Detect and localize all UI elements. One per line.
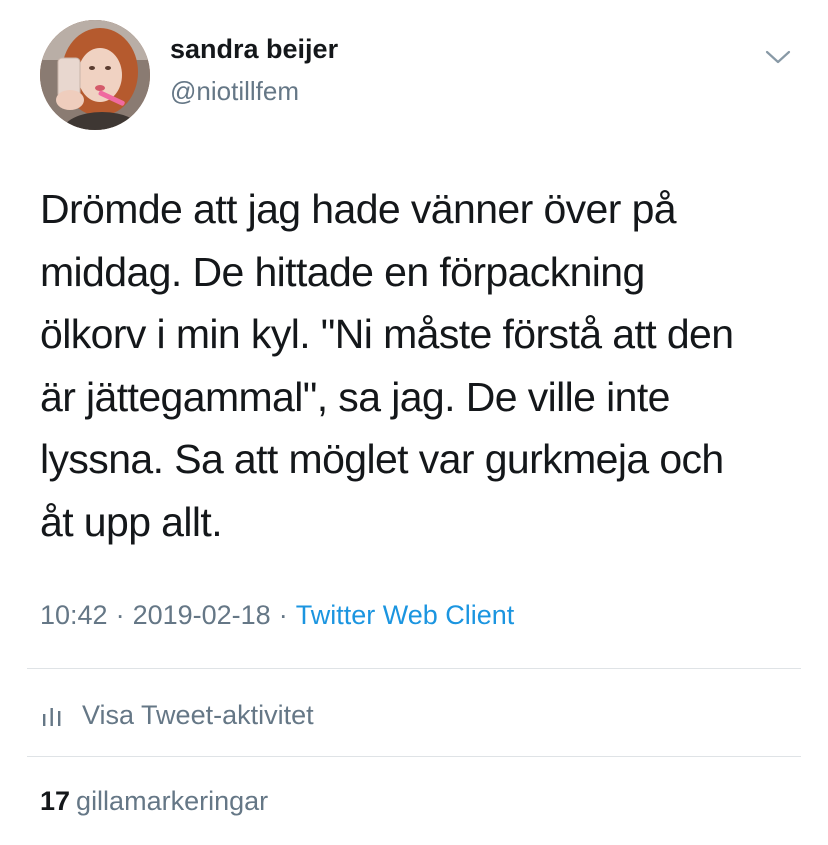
tweet-detail: sandra beijer @niotillfem Drömde att jag…: [0, 0, 828, 845]
avatar-photo: [40, 20, 150, 130]
meta-separator: ·: [115, 600, 125, 630]
chevron-down-icon[interactable]: [763, 46, 793, 68]
divider: [27, 756, 801, 757]
tweet-time[interactable]: 10:42: [40, 600, 108, 630]
tweet-activity-button[interactable]: Visa Tweet-aktivitet: [40, 697, 314, 733]
meta-separator: ·: [278, 600, 288, 630]
likes-number: 17: [40, 786, 71, 816]
client-link[interactable]: Twitter Web Client: [296, 600, 515, 630]
divider: [27, 668, 801, 669]
likes-label: gillamarkeringar: [76, 786, 269, 816]
tweet-meta: 10:42 · 2019-02-18 · Twitter Web Client: [40, 600, 514, 631]
user-handle[interactable]: @niotillfem: [170, 76, 299, 107]
tweet-text: Drömde att jag hade vänner över på midda…: [40, 186, 734, 545]
display-name[interactable]: sandra beijer: [170, 34, 338, 65]
tweet-date[interactable]: 2019-02-18: [133, 600, 271, 630]
likes-count[interactable]: 17 gillamarkeringar: [40, 786, 268, 817]
activity-label: Visa Tweet-aktivitet: [82, 699, 314, 730]
bar-chart-icon: [43, 708, 61, 726]
avatar[interactable]: [40, 20, 150, 130]
